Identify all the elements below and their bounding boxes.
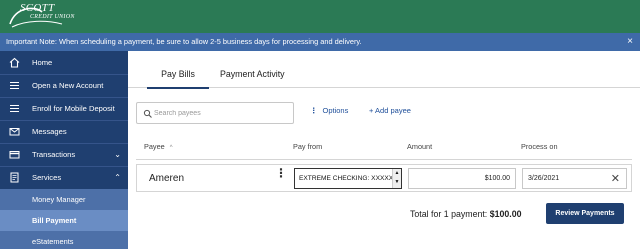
pay-from-select[interactable]: EXTREME CHECKING: XXXXX ▲ ▼ xyxy=(294,168,402,189)
logo-line-2: CREDIT UNION xyxy=(30,14,75,20)
sidebar-item-transactions[interactable]: Transactions ⌄ xyxy=(0,144,128,166)
total-label: Total for 1 payment: xyxy=(410,209,488,219)
column-header-amount: Amount xyxy=(407,142,433,151)
column-header-pay-from: Pay from xyxy=(293,142,323,151)
header-divider xyxy=(136,159,632,160)
important-notice-banner: Important Note: When scheduling a paymen… xyxy=(0,33,640,51)
sidebar-subitem-label: Bill Payment xyxy=(32,216,77,225)
close-icon[interactable]: × xyxy=(627,33,633,51)
sidebar-subitem-money-manager[interactable]: Money Manager xyxy=(0,189,128,210)
tab-pay-bills[interactable]: Pay Bills xyxy=(147,51,209,89)
column-header-process-on: Process on xyxy=(521,142,558,151)
kebab-icon: ⋮ xyxy=(310,106,318,115)
payment-total: Total for 1 payment: $100.00 xyxy=(410,209,522,219)
menu-icon xyxy=(10,81,19,90)
chevron-down-icon: ⌄ xyxy=(114,150,121,159)
sidebar-item-messages[interactable]: Messages xyxy=(0,121,128,143)
tab-bar: Pay Bills Payment Activity xyxy=(128,51,640,89)
menu-icon xyxy=(10,104,19,113)
search-input[interactable] xyxy=(154,106,284,121)
logo-line-1: SCOTT xyxy=(20,2,55,14)
clear-icon[interactable]: ✕ xyxy=(611,169,620,189)
bill-pay-page: SCOTT CREDIT UNION Important Note: When … xyxy=(0,0,640,249)
sidebar-item-label: Transactions xyxy=(32,150,76,159)
sidebar-subitem-estatements[interactable]: eStatements xyxy=(0,231,128,249)
main-content: Pay Bills Payment Activity ⋮ Options + Ad… xyxy=(128,51,640,249)
sidebar-item-open-account[interactable]: Open a New Account xyxy=(0,75,128,97)
logo-text[interactable]: SCOTT CREDIT UNION xyxy=(20,2,75,22)
document-icon xyxy=(10,172,19,183)
review-payments-button[interactable]: Review Payments xyxy=(546,203,624,224)
envelope-icon xyxy=(9,128,20,136)
pay-from-selected-value: EXTREME CHECKING: XXXXX xyxy=(299,175,394,182)
process-date-value: 3/26/2021 xyxy=(528,175,560,182)
chevron-up-icon: ⌃ xyxy=(114,173,121,182)
home-icon xyxy=(9,57,20,68)
options-label: Options xyxy=(322,106,349,115)
column-header-payee[interactable]: Payee ^ xyxy=(144,142,173,151)
options-button[interactable]: ⋮ Options xyxy=(310,106,348,115)
total-value: $100.00 xyxy=(489,209,522,219)
payee-name[interactable]: Ameren xyxy=(149,165,184,193)
search-icon xyxy=(143,109,152,118)
sidebar-item-services[interactable]: Services ⌃ xyxy=(0,167,128,189)
notice-text: Important Note: When scheduling a paymen… xyxy=(6,37,362,46)
sidebar-item-mobile-deposit[interactable]: Enroll for Mobile Deposit xyxy=(0,98,128,120)
top-header: SCOTT CREDIT UNION xyxy=(0,0,640,33)
process-date-field[interactable]: 3/26/2021 ✕ xyxy=(522,168,627,189)
card-icon xyxy=(9,151,20,159)
select-arrows-icon: ▲ ▼ xyxy=(392,169,401,188)
sort-ascending-icon: ^ xyxy=(169,145,173,151)
column-header-label: Payee xyxy=(144,142,165,151)
sidebar-subitem-label: eStatements xyxy=(32,237,74,246)
sidebar-item-label: Messages xyxy=(32,127,67,136)
row-menu-icon[interactable]: ⋮ xyxy=(275,167,287,179)
sidebar-item-home[interactable]: Home xyxy=(0,52,128,74)
search-payees-box[interactable] xyxy=(136,102,294,124)
table-row: Ameren ⋮ EXTREME CHECKING: XXXXX ▲ ▼ $100… xyxy=(136,164,632,192)
sidebar-nav: Home Open a New Account Enroll for Mobil… xyxy=(0,51,128,249)
amount-field[interactable]: $100.00 xyxy=(408,168,516,189)
sidebar-item-label: Enroll for Mobile Deposit xyxy=(32,104,115,113)
sidebar-subitem-bill-payment[interactable]: Bill Payment xyxy=(0,210,128,231)
sidebar-item-label: Home xyxy=(32,58,53,67)
sidebar-item-label: Services xyxy=(32,173,62,182)
add-payee-button[interactable]: + Add payee xyxy=(369,106,411,115)
sidebar-item-label: Open a New Account xyxy=(32,81,104,90)
tab-payment-activity[interactable]: Payment Activity xyxy=(220,51,285,88)
sidebar-subitem-label: Money Manager xyxy=(32,195,86,204)
